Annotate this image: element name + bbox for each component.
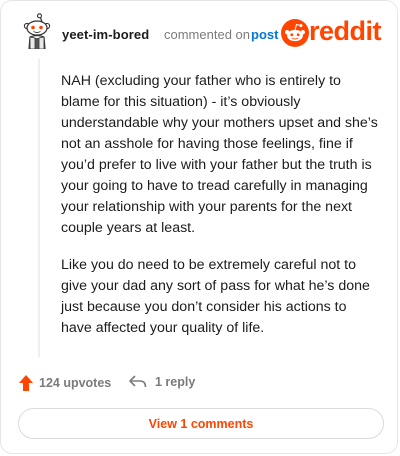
reddit-wordmark: reddit	[309, 16, 382, 46]
reply-count: 1 reply	[155, 375, 196, 389]
comment-header: yeet-im-bored commented on post reddit	[15, 13, 387, 53]
reddit-alien-icon	[281, 19, 309, 47]
reply-arrow-icon	[129, 375, 147, 389]
upvote-button[interactable]: 124 upvotes	[19, 375, 111, 391]
post-link[interactable]: post	[251, 27, 278, 42]
reply-button[interactable]: 1 reply	[129, 375, 195, 389]
comment-paragraph: Like you do need to be extremely careful…	[61, 257, 370, 336]
comment-card: yeet-im-bored commented on post reddit N…	[0, 0, 398, 454]
view-comments-button[interactable]: View 1 comments	[18, 408, 384, 439]
upvote-arrow-icon	[19, 375, 33, 391]
commented-on-text: commented on	[164, 27, 250, 42]
comment-body: NAH (excluding your father who is entire…	[61, 71, 379, 355]
thread-line[interactable]	[38, 59, 40, 357]
comment-actions: 124 upvotes 1 reply	[19, 373, 379, 395]
avatar[interactable]	[21, 13, 53, 50]
username[interactable]: yeet-im-bored	[62, 27, 149, 42]
reddit-logo: reddit	[281, 16, 387, 49]
comment-paragraph: NAH (excluding your father who is entire…	[61, 73, 378, 236]
upvote-count: 124 upvotes	[39, 376, 112, 390]
